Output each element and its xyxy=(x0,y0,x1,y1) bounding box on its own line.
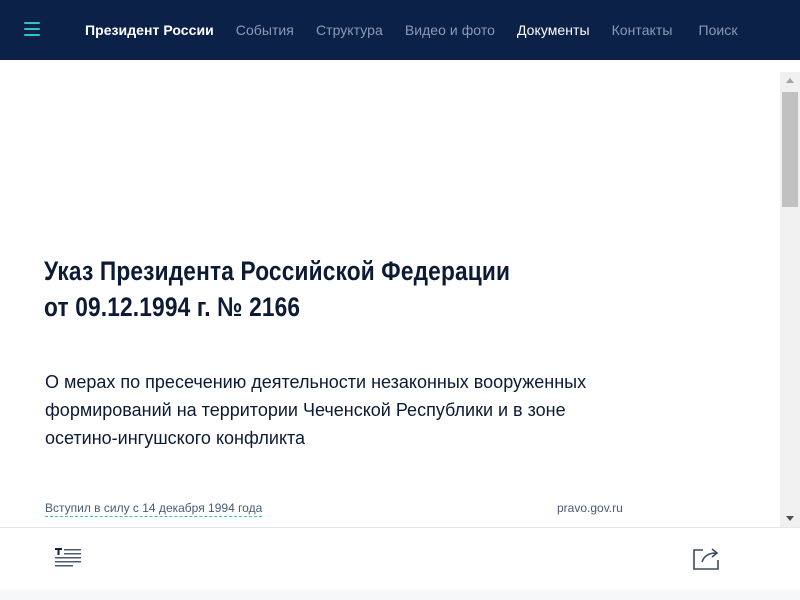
document-subtitle-line-1: О мерах по пресечению деятельности незак… xyxy=(45,372,587,392)
document-subtitle: О мерах по пресечению деятельности незак… xyxy=(45,368,645,452)
nav-item-search[interactable]: Поиск xyxy=(698,22,737,38)
top-navigation-bar: Президент России События Структура Видео… xyxy=(0,0,800,60)
nav-item-events[interactable]: События xyxy=(236,22,294,38)
vertical-scrollbar[interactable] xyxy=(780,72,800,527)
brand-link[interactable]: Президент России xyxy=(85,22,214,38)
share-icon[interactable] xyxy=(692,544,720,572)
hamburger-menu-icon[interactable] xyxy=(22,20,42,40)
document-subtitle-line-2: формирований на территории Чеченской Рес… xyxy=(45,400,566,420)
nav-item-contacts[interactable]: Контакты xyxy=(612,22,673,38)
bottom-strip xyxy=(0,590,800,600)
page-title-line-2: от 09.12.1994 г. № 2166 xyxy=(44,292,301,322)
nav-item-structure[interactable]: Структура xyxy=(316,22,383,38)
page-title: Указ Президента Российской Федерации от … xyxy=(44,253,548,325)
main-nav: Президент России События Структура Видео… xyxy=(85,0,738,60)
document-subtitle-line-3: осетино-ингушского конфликта xyxy=(45,428,306,448)
table-of-contents-icon[interactable] xyxy=(55,547,83,571)
nav-item-video-photo[interactable]: Видео и фото xyxy=(405,22,495,38)
nav-item-documents[interactable]: Документы xyxy=(517,22,590,38)
document-content: Указ Президента Российской Федерации от … xyxy=(0,60,780,527)
scroll-up-arrow-icon[interactable] xyxy=(780,72,800,89)
scroll-down-arrow-icon[interactable] xyxy=(780,510,800,527)
scrollbar-thumb[interactable] xyxy=(782,92,798,207)
page-title-line-1: Указ Президента Российской Федерации xyxy=(44,256,511,286)
effective-date-link[interactable]: Вступил в силу с 14 декабря 1994 года xyxy=(45,501,263,517)
source-link[interactable]: pravo.gov.ru xyxy=(557,501,623,515)
